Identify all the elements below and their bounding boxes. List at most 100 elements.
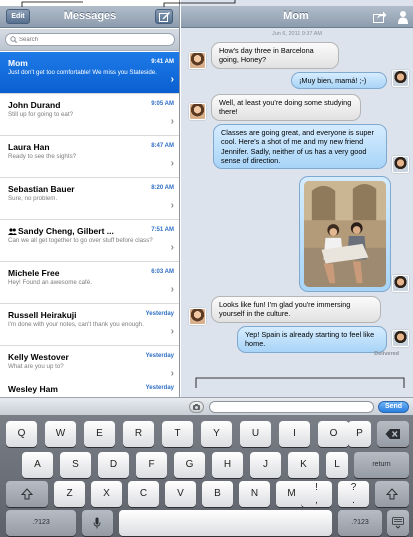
outgoing-message: ¡Muy bien, mamá! ;-) — [291, 72, 387, 90]
key-p[interactable]: P — [348, 421, 371, 447]
backspace-icon — [385, 429, 400, 439]
contact-avatar — [189, 308, 206, 325]
conversation-name: Sandy Cheng, Gilbert ... — [8, 226, 114, 236]
key-q[interactable]: Q — [6, 421, 37, 447]
message-input[interactable] — [209, 401, 374, 413]
key-n[interactable]: N — [239, 481, 270, 507]
conversation-detail-panel: Mom Jun 6, 2011 9:37 AM How's day three … — [181, 0, 413, 397]
conversation-item-group[interactable]: Sandy Cheng, Gilbert ... 7:51 AM Can we … — [0, 220, 179, 262]
user-avatar — [392, 156, 409, 173]
key-l[interactable]: L — [326, 452, 348, 478]
key-y[interactable]: Y — [201, 421, 232, 447]
delivered-status: Delivered — [374, 351, 399, 357]
compose-button[interactable] — [155, 9, 173, 24]
conversation-time: Yesterday — [145, 385, 174, 391]
key-h[interactable]: H — [212, 452, 243, 478]
key-z[interactable]: Z — [54, 481, 85, 507]
key-f[interactable]: F — [136, 452, 167, 478]
search-field[interactable] — [5, 33, 175, 46]
outgoing-message: Classes are going great, and everyone is… — [213, 124, 387, 170]
chevron-right-icon: › — [170, 158, 174, 169]
conversation-item-wesley-ham[interactable]: Wesley Ham Yesterday › — [0, 378, 179, 397]
microphone-icon — [93, 517, 101, 529]
conversation-time: 7:51 AM — [151, 227, 174, 233]
key-o[interactable]: O — [318, 421, 349, 447]
send-button[interactable]: Send — [378, 401, 409, 413]
key-v[interactable]: V — [165, 481, 196, 507]
conversation-item-sebastian-bauer[interactable]: Sebastian Bauer 8:20 AM Sure, no problem… — [0, 178, 179, 220]
numbers-key-right[interactable]: .?123 — [338, 510, 382, 536]
conversation-name: Sebastian Bauer — [8, 184, 75, 194]
key-s[interactable]: S — [60, 452, 91, 478]
contact-avatar — [189, 103, 206, 120]
key-w[interactable]: W — [45, 421, 76, 447]
conversation-preview: What are you up to? — [8, 363, 64, 370]
key-primary-char: ? — [350, 482, 357, 493]
conversation-name: Russell Heirakuji — [8, 310, 77, 320]
key-x[interactable]: X — [91, 481, 122, 507]
incoming-message: How's day three in Barcelona going, Hone… — [211, 42, 339, 69]
key-k[interactable]: K — [288, 452, 319, 478]
conversation-item-mom[interactable]: Mom 9:41 AM Just don't get too comfortab… — [0, 52, 179, 94]
shift-key-left[interactable] — [6, 481, 48, 507]
user-avatar — [392, 70, 409, 87]
photo-image — [304, 181, 386, 287]
conversation-item-laura-han[interactable]: Laura Han 8:47 AM Ready to see the sight… — [0, 136, 179, 178]
key-e[interactable]: E — [84, 421, 115, 447]
backspace-key[interactable] — [377, 421, 409, 447]
shift-key-right[interactable] — [375, 481, 409, 507]
outgoing-message: Yep! Spain is already starting to feel l… — [237, 326, 387, 353]
compose-icon — [159, 12, 170, 22]
search-input[interactable] — [19, 34, 169, 45]
conversation-time: Yesterday — [145, 311, 174, 317]
conversation-preview: Ready to see the sights? — [8, 153, 77, 160]
conversation-name: Wesley Ham — [8, 384, 58, 394]
conversation-name: Laura Han — [8, 142, 50, 152]
camera-button[interactable] — [189, 401, 204, 413]
chevron-right-icon: › — [170, 326, 174, 337]
return-key[interactable]: return — [354, 452, 409, 478]
conversation-time: 9:41 AM — [151, 59, 174, 65]
key-exclamation[interactable]: ! , — [301, 481, 332, 507]
numbers-key-left[interactable]: .?123 — [6, 510, 76, 536]
key-c[interactable]: C — [128, 481, 159, 507]
detail-navigation-bar: Mom — [181, 6, 413, 28]
key-j[interactable]: J — [250, 452, 281, 478]
conversation-list-panel: Edit Messages Mom 9:41 AM Just don't get… — [0, 0, 180, 397]
camera-icon — [193, 404, 200, 410]
space-key[interactable] — [119, 510, 332, 536]
forward-icon[interactable] — [373, 11, 387, 23]
conversation-preview: Still up for going to eat? — [8, 111, 74, 118]
key-u[interactable]: U — [240, 421, 271, 447]
key-t[interactable]: T — [162, 421, 193, 447]
conversation-time: 6:03 AM — [151, 269, 174, 275]
conversation-item-russell-heirakuji[interactable]: Russell Heirakuji Yesterday I'm done wit… — [0, 304, 179, 346]
conversation-item-john-durand[interactable]: John Durand 9:05 AM Still up for going t… — [0, 94, 179, 136]
key-primary-char: ! — [315, 482, 318, 493]
dismiss-keyboard-key[interactable] — [387, 510, 409, 536]
chevron-right-icon: › — [170, 74, 174, 85]
edit-button[interactable]: Edit — [6, 9, 30, 24]
contact-avatar — [189, 52, 206, 69]
message-input-bar: Send — [0, 397, 413, 415]
key-r[interactable]: R — [123, 421, 154, 447]
user-avatar — [392, 275, 409, 292]
key-g[interactable]: G — [174, 452, 205, 478]
on-screen-keyboard: Q W E R T Y U I O P A S D F G H J K L re… — [0, 415, 413, 537]
key-b[interactable]: B — [202, 481, 233, 507]
key-d[interactable]: D — [98, 452, 129, 478]
contact-icon[interactable] — [397, 10, 409, 24]
dictation-key[interactable] — [82, 510, 113, 536]
user-avatar — [392, 330, 409, 347]
conversation-preview: I'm done with your notes, can't thank yo… — [8, 321, 144, 328]
message-timestamp: Jun 6, 2011 9:37 AM — [271, 31, 323, 37]
key-question[interactable]: ? . — [338, 481, 369, 507]
search-bar — [0, 29, 179, 51]
chevron-right-icon: › — [170, 116, 174, 127]
conversation-item-michele-free[interactable]: Michele Free 6:03 AM Hey! Found an aweso… — [0, 262, 179, 304]
key-a[interactable]: A — [22, 452, 53, 478]
key-i[interactable]: I — [279, 421, 310, 447]
outgoing-photo-message[interactable] — [299, 176, 391, 292]
conversation-time: 9:05 AM — [151, 101, 174, 107]
conversation-preview: Just don't get too comfortable! We miss … — [8, 69, 157, 76]
